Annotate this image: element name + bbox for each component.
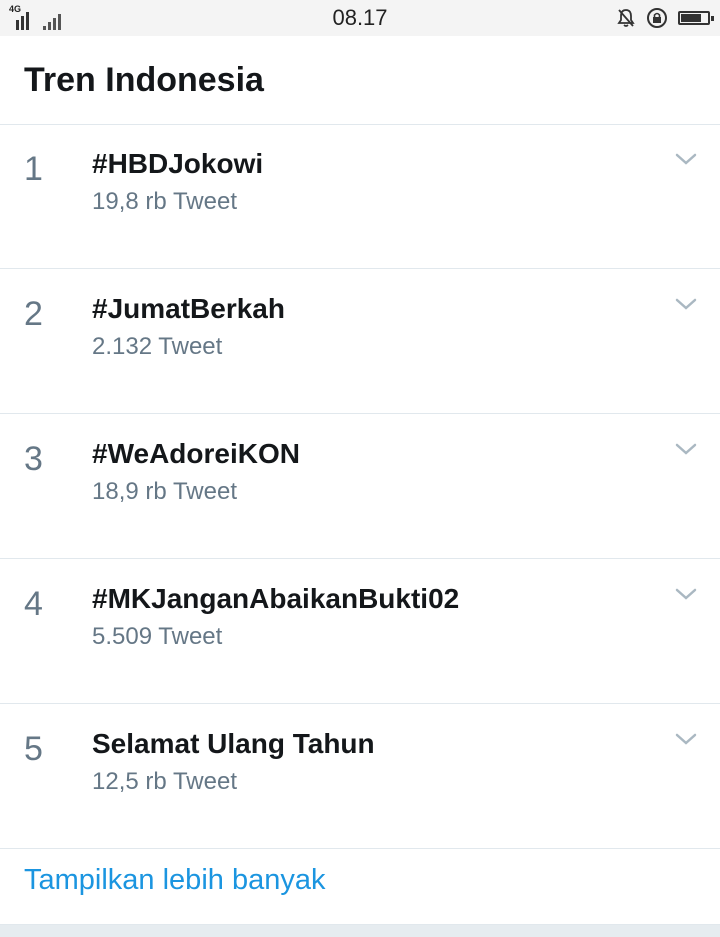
- trend-item-4[interactable]: 4 #MKJanganAbaikanBukti02 5.509 Tweet: [0, 560, 720, 704]
- trend-name[interactable]: #JumatBerkah: [92, 292, 285, 326]
- trend-name[interactable]: Selamat Ulang Tahun: [92, 727, 375, 761]
- chevron-down-icon[interactable]: [674, 441, 698, 457]
- show-more-row[interactable]: Tampilkan lebih banyak: [0, 834, 720, 925]
- chevron-down-icon[interactable]: [674, 731, 698, 747]
- trend-tweet-count: 12,5 rb Tweet: [92, 768, 237, 795]
- page-title: Tren Indonesia: [24, 61, 264, 99]
- trend-rank: 2: [24, 295, 43, 333]
- trend-item-5[interactable]: 5 Selamat Ulang Tahun 12,5 rb Tweet: [0, 705, 720, 849]
- mute-notifications-icon: [617, 9, 635, 27]
- trend-name[interactable]: #WeAdoreiKON: [92, 437, 300, 471]
- trend-tweet-count: 18,9 rb Tweet: [92, 478, 237, 505]
- chevron-down-icon[interactable]: [674, 586, 698, 602]
- status-bar: 4G 08.17: [0, 0, 720, 36]
- trend-rank: 4: [24, 585, 43, 623]
- trend-item-3[interactable]: 3 #WeAdoreiKON 18,9 rb Tweet: [0, 415, 720, 559]
- show-more-link[interactable]: Tampilkan lebih banyak: [24, 862, 325, 898]
- clock: 08.17: [332, 5, 388, 30]
- trend-item-1[interactable]: 1 #HBDJokowi 19,8 rb Tweet: [0, 125, 720, 269]
- trend-rank: 3: [24, 440, 43, 478]
- battery-icon: [678, 11, 714, 25]
- chevron-down-icon[interactable]: [674, 296, 698, 312]
- trend-name[interactable]: #MKJanganAbaikanBukti02: [92, 582, 459, 616]
- trend-item-2[interactable]: 2 #JumatBerkah 2.132 Tweet: [0, 270, 720, 414]
- page-header: Tren Indonesia: [0, 36, 720, 125]
- trend-tweet-count: 19,8 rb Tweet: [92, 188, 237, 215]
- rotation-lock-icon: [647, 8, 667, 28]
- trend-rank: 1: [24, 150, 43, 188]
- trend-rank: 5: [24, 730, 43, 768]
- trend-tweet-count: 2.132 Tweet: [92, 333, 223, 360]
- status-icons: [616, 6, 714, 30]
- trend-tweet-count: 5.509 Tweet: [92, 623, 223, 650]
- section-separator: [0, 925, 720, 937]
- chevron-down-icon[interactable]: [674, 151, 698, 167]
- trend-name[interactable]: #HBDJokowi: [92, 147, 263, 181]
